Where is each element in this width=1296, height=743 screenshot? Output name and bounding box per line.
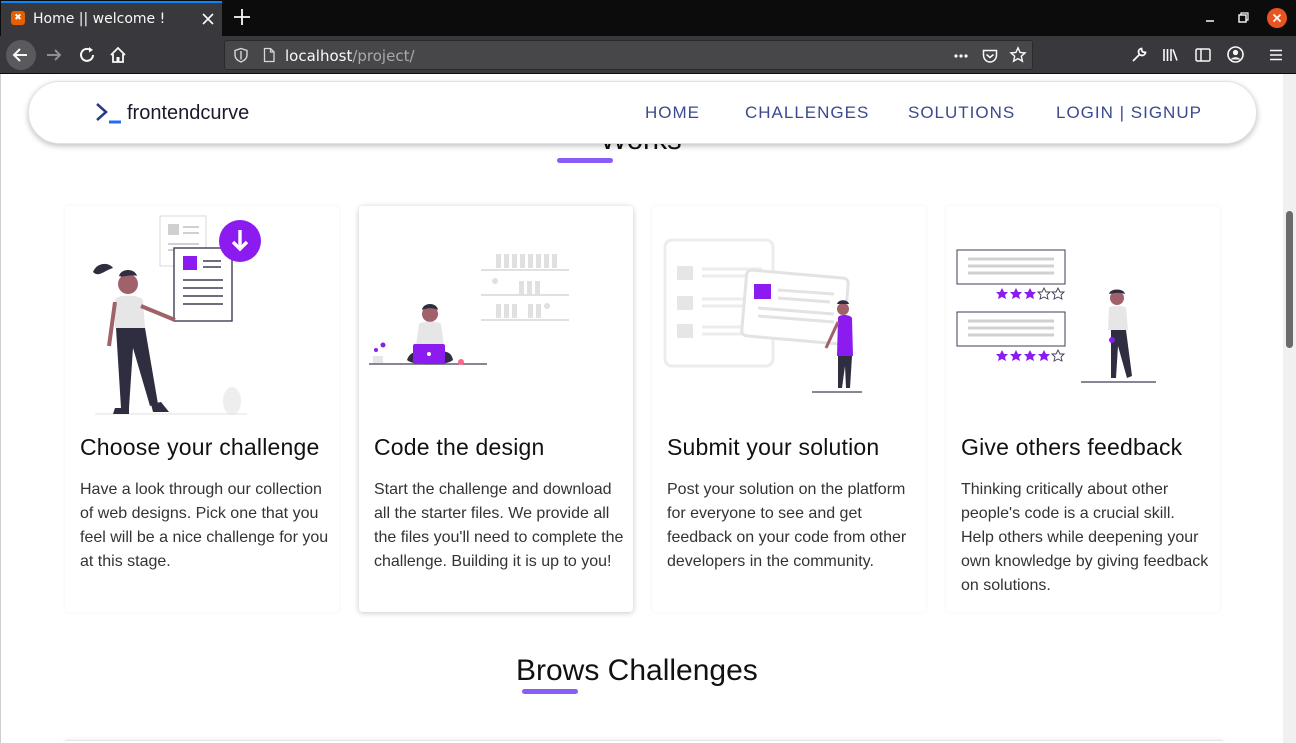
- choose-challenge-illustration: [93, 215, 261, 415]
- library-icon[interactable]: [1161, 46, 1179, 64]
- tab-title: Home || welcome !: [33, 11, 166, 27]
- card-title: Code the design: [374, 434, 545, 460]
- logo[interactable]: frontendcurve: [95, 98, 249, 128]
- pocket-icon[interactable]: [981, 47, 999, 65]
- scrollbar-thumb[interactable]: [1286, 211, 1293, 348]
- nav-challenges-link[interactable]: CHALLENGES: [745, 103, 869, 123]
- step-card-feedback[interactable]: Give others feedback Thinking critically…: [946, 206, 1220, 612]
- home-icon[interactable]: [107, 44, 129, 66]
- card-text: Thinking critically about other people's…: [961, 481, 1209, 594]
- new-tab-icon[interactable]: [231, 6, 253, 28]
- page-viewport: Works frontendcurve HOME CHALLENGES SOLU…: [1, 74, 1283, 743]
- nav-home-link[interactable]: HOME: [645, 103, 700, 123]
- url-text[interactable]: localhost/project/: [285, 47, 415, 65]
- card-title: Give others feedback: [961, 434, 1183, 460]
- close-icon: [1272, 13, 1282, 23]
- nav-solutions-link[interactable]: SOLUTIONS: [908, 103, 1015, 123]
- code-design-illustration: [369, 254, 569, 365]
- xampp-favicon-icon: ✖: [11, 11, 25, 25]
- account-icon[interactable]: [1226, 45, 1245, 64]
- card-text: Have a look through our collection of we…: [80, 481, 329, 570]
- nav-login-signup-link[interactable]: LOGIN | SIGNUP: [1056, 103, 1202, 123]
- section-title-underline: [522, 689, 578, 694]
- more-actions-icon[interactable]: [952, 48, 970, 64]
- bookmark-star-icon[interactable]: [1009, 46, 1027, 64]
- submit-solution-illustration: [663, 238, 862, 393]
- page-scrollbar[interactable]: [1283, 74, 1296, 743]
- logo-text: frontendcurve: [127, 101, 250, 124]
- shield-icon[interactable]: [233, 47, 249, 63]
- minimize-icon[interactable]: [1202, 10, 1218, 26]
- url-host: localhost: [285, 47, 353, 65]
- wrench-icon[interactable]: [1130, 46, 1148, 64]
- browser-toolbar: localhost/project/: [0, 36, 1296, 74]
- card-text: Post your solution on the platform for e…: [667, 481, 907, 570]
- hamburger-menu-icon[interactable]: [1267, 46, 1285, 64]
- arrow-left-icon: [12, 48, 27, 62]
- card-text: Start the challenge and download all the…: [374, 481, 624, 570]
- tab-close-icon[interactable]: [200, 11, 216, 27]
- brows-challenges-title: Brows Challenges: [516, 654, 758, 687]
- works-title-underline: [557, 158, 613, 163]
- give-feedback-illustration: [956, 249, 1156, 383]
- restore-icon[interactable]: [1235, 10, 1251, 26]
- forward-icon[interactable]: [43, 44, 65, 66]
- browser-tab[interactable]: ✖ Home || welcome !: [1, 1, 222, 36]
- back-button[interactable]: [6, 40, 36, 70]
- terminal-prompt-icon: [96, 103, 121, 124]
- reload-icon[interactable]: [76, 44, 98, 66]
- step-card-code[interactable]: Code the design Start the challenge and …: [359, 206, 633, 612]
- window-close-button[interactable]: [1267, 8, 1287, 28]
- browser-tab-strip: ✖ Home || welcome !: [0, 0, 1296, 36]
- card-title: Choose your challenge: [80, 434, 320, 460]
- site-header: frontendcurve HOME CHALLENGES SOLUTIONS …: [28, 81, 1257, 144]
- card-title: Submit your solution: [667, 434, 880, 460]
- url-path: /project/: [352, 47, 415, 65]
- sidebar-icon[interactable]: [1194, 46, 1212, 64]
- page-icon: [263, 47, 275, 63]
- step-card-choose[interactable]: Choose your challenge Have a look throug…: [65, 206, 339, 612]
- url-bar[interactable]: localhost/project/: [224, 40, 1033, 70]
- step-card-submit[interactable]: Submit your solution Post your solution …: [652, 206, 926, 612]
